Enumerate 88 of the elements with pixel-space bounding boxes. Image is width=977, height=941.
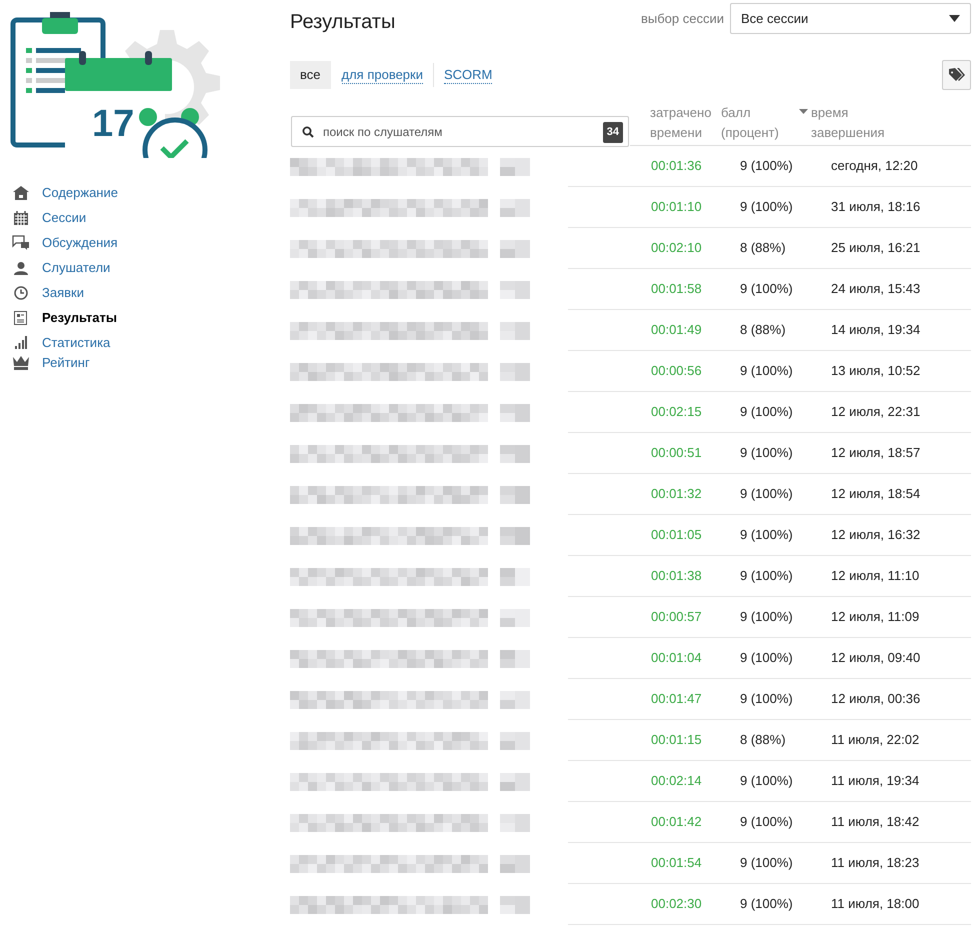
score-cell-text: 9 (100%) xyxy=(740,362,794,380)
time-spent-cell-text: 00:02:10 xyxy=(650,239,703,258)
time-spent-cell-text: 00:00:57 xyxy=(650,608,703,626)
score-cell-text: 9 (100%) xyxy=(740,813,794,832)
session-select-label: выбор сессии xyxy=(640,10,724,28)
score-cell-text: 9 (100%) xyxy=(740,895,794,914)
clock-icon xyxy=(14,286,28,300)
tags-button[interactable] xyxy=(942,60,971,90)
column-header[interactable]: затрачено времени xyxy=(650,103,712,143)
finished-time-cell-text: 25 июля, 16:21 xyxy=(831,239,922,258)
time-spent-cell-text: 00:01:47 xyxy=(650,690,703,708)
calendar-icon xyxy=(14,210,28,224)
logo-drawing: 17 xyxy=(10,10,262,158)
finished-time-cell-text: 13 июля, 10:52 xyxy=(831,362,922,380)
report-icon xyxy=(14,310,27,324)
finished-time-cell-text: 12 июля, 11:10 xyxy=(831,567,920,586)
time-spent-cell-text: 00:00:56 xyxy=(650,362,703,380)
time-spent-cell-text: 00:01:49 xyxy=(650,321,703,340)
time-spent-cell-text: 00:01:32 xyxy=(650,485,703,504)
score-cell-text: 9 (100%) xyxy=(740,444,794,462)
finished-time-cell-text: 11 июля, 18:42 xyxy=(831,813,920,832)
time-spent-cell-text: 00:01:58 xyxy=(650,280,703,298)
score-cell-text: 9 (100%) xyxy=(740,854,794,872)
sidebar-item[interactable]: Слушатели xyxy=(42,258,110,278)
result-count-badge: 34 xyxy=(602,122,623,142)
person-icon xyxy=(14,260,28,274)
page-title: Результаты xyxy=(290,10,396,34)
home-icon xyxy=(12,186,28,200)
score-cell-text: 8 (88%) xyxy=(740,321,787,340)
score-cell-text: 9 (100%) xyxy=(740,526,794,544)
score-cell-text: 9 (100%) xyxy=(740,157,794,176)
time-spent-cell-text: 00:01:05 xyxy=(650,526,703,544)
time-spent-cell-text: 00:02:14 xyxy=(650,772,703,790)
time-spent-cell-text: 00:01:38 xyxy=(650,567,703,586)
score-cell-text: 9 (100%) xyxy=(740,280,794,298)
score-cell-text: 9 (100%) xyxy=(740,649,794,668)
finished-time-cell-text: 12 июля, 16:32 xyxy=(831,526,922,544)
score-cell-text: 9 (100%) xyxy=(740,772,794,790)
score-cell-text: 9 (100%) xyxy=(740,690,794,708)
score-cell-text: 9 (100%) xyxy=(740,485,794,504)
sidebar-item[interactable]: Содержание xyxy=(42,182,118,202)
finished-time-cell-text: 12 июля, 18:57 xyxy=(831,444,922,462)
finished-time-cell-text: 12 июля, 18:54 xyxy=(831,485,922,504)
sidebar-item[interactable]: Результаты xyxy=(42,308,117,328)
score-cell-text: 9 (100%) xyxy=(740,403,794,422)
caret-icon xyxy=(949,15,960,22)
sidebar-item[interactable]: Заявки xyxy=(42,282,84,302)
time-spent-cell-text: 00:00:51 xyxy=(650,444,703,462)
time-spent-cell-text: 00:01:04 xyxy=(650,649,703,668)
sidebar-item[interactable]: Обсуждения xyxy=(42,232,118,252)
score-cell-text: 8 (88%) xyxy=(740,731,787,750)
sidebar-item[interactable]: Сессии xyxy=(42,208,86,228)
finished-time-cell-text: 11 июля, 22:02 xyxy=(831,731,920,750)
finished-time-cell-text: 11 июля, 19:34 xyxy=(831,772,920,790)
finished-time-cell-text: 14 июля, 19:34 xyxy=(831,321,922,340)
column-header[interactable]: балл (процент) xyxy=(721,103,779,143)
chat-icon xyxy=(12,235,29,250)
finished-time-cell-text: 31 июля, 18:16 xyxy=(831,198,922,216)
score-cell-text: 8 (88%) xyxy=(740,239,787,258)
finished-time-cell-text: 12 июля, 09:40 xyxy=(831,649,922,668)
finished-time-cell-text: 11 июля, 18:00 xyxy=(831,895,920,914)
finished-time-cell-text: 12 июля, 00:36 xyxy=(831,690,922,708)
tags-icon xyxy=(948,68,964,82)
time-spent-cell-text: 00:01:10 xyxy=(650,198,703,216)
finished-time-cell-text: 12 июля, 22:31 xyxy=(831,403,922,422)
finished-time-cell-text: 11 июля, 18:23 xyxy=(831,854,920,872)
crown-icon xyxy=(12,356,28,370)
time-spent-cell-text: 00:02:30 xyxy=(650,895,703,914)
score-cell-text: 9 (100%) xyxy=(740,198,794,216)
time-spent-cell-text: 00:01:42 xyxy=(650,813,703,832)
search-icon xyxy=(302,126,314,138)
filter-tab[interactable]: SCORM xyxy=(444,66,492,84)
filter-tab[interactable]: все xyxy=(290,61,330,89)
time-spent-cell-text: 00:02:15 xyxy=(650,403,703,422)
time-spent-cell-text: 00:01:54 xyxy=(650,854,703,872)
finished-time-cell-text: 12 июля, 11:09 xyxy=(831,608,920,626)
time-spent-cell-text: 00:01:36 xyxy=(650,157,703,176)
score-cell-text: 9 (100%) xyxy=(740,567,794,586)
session-select[interactable]: Все сессии xyxy=(730,3,971,34)
sidebar-item[interactable]: Рейтинг xyxy=(42,353,90,373)
score-cell-text: 9 (100%) xyxy=(740,608,794,626)
bar-chart-icon xyxy=(14,336,26,349)
column-header[interactable]: время завершения xyxy=(811,103,885,143)
finished-time-cell-text: 24 июля, 15:43 xyxy=(831,280,922,298)
filter-tab[interactable]: для проверки xyxy=(342,66,423,84)
time-spent-cell-text: 00:01:15 xyxy=(650,731,703,750)
sidebar-item[interactable]: Статистика xyxy=(42,332,110,352)
finished-time-cell-text: сегодня, 12:20 xyxy=(831,157,919,176)
